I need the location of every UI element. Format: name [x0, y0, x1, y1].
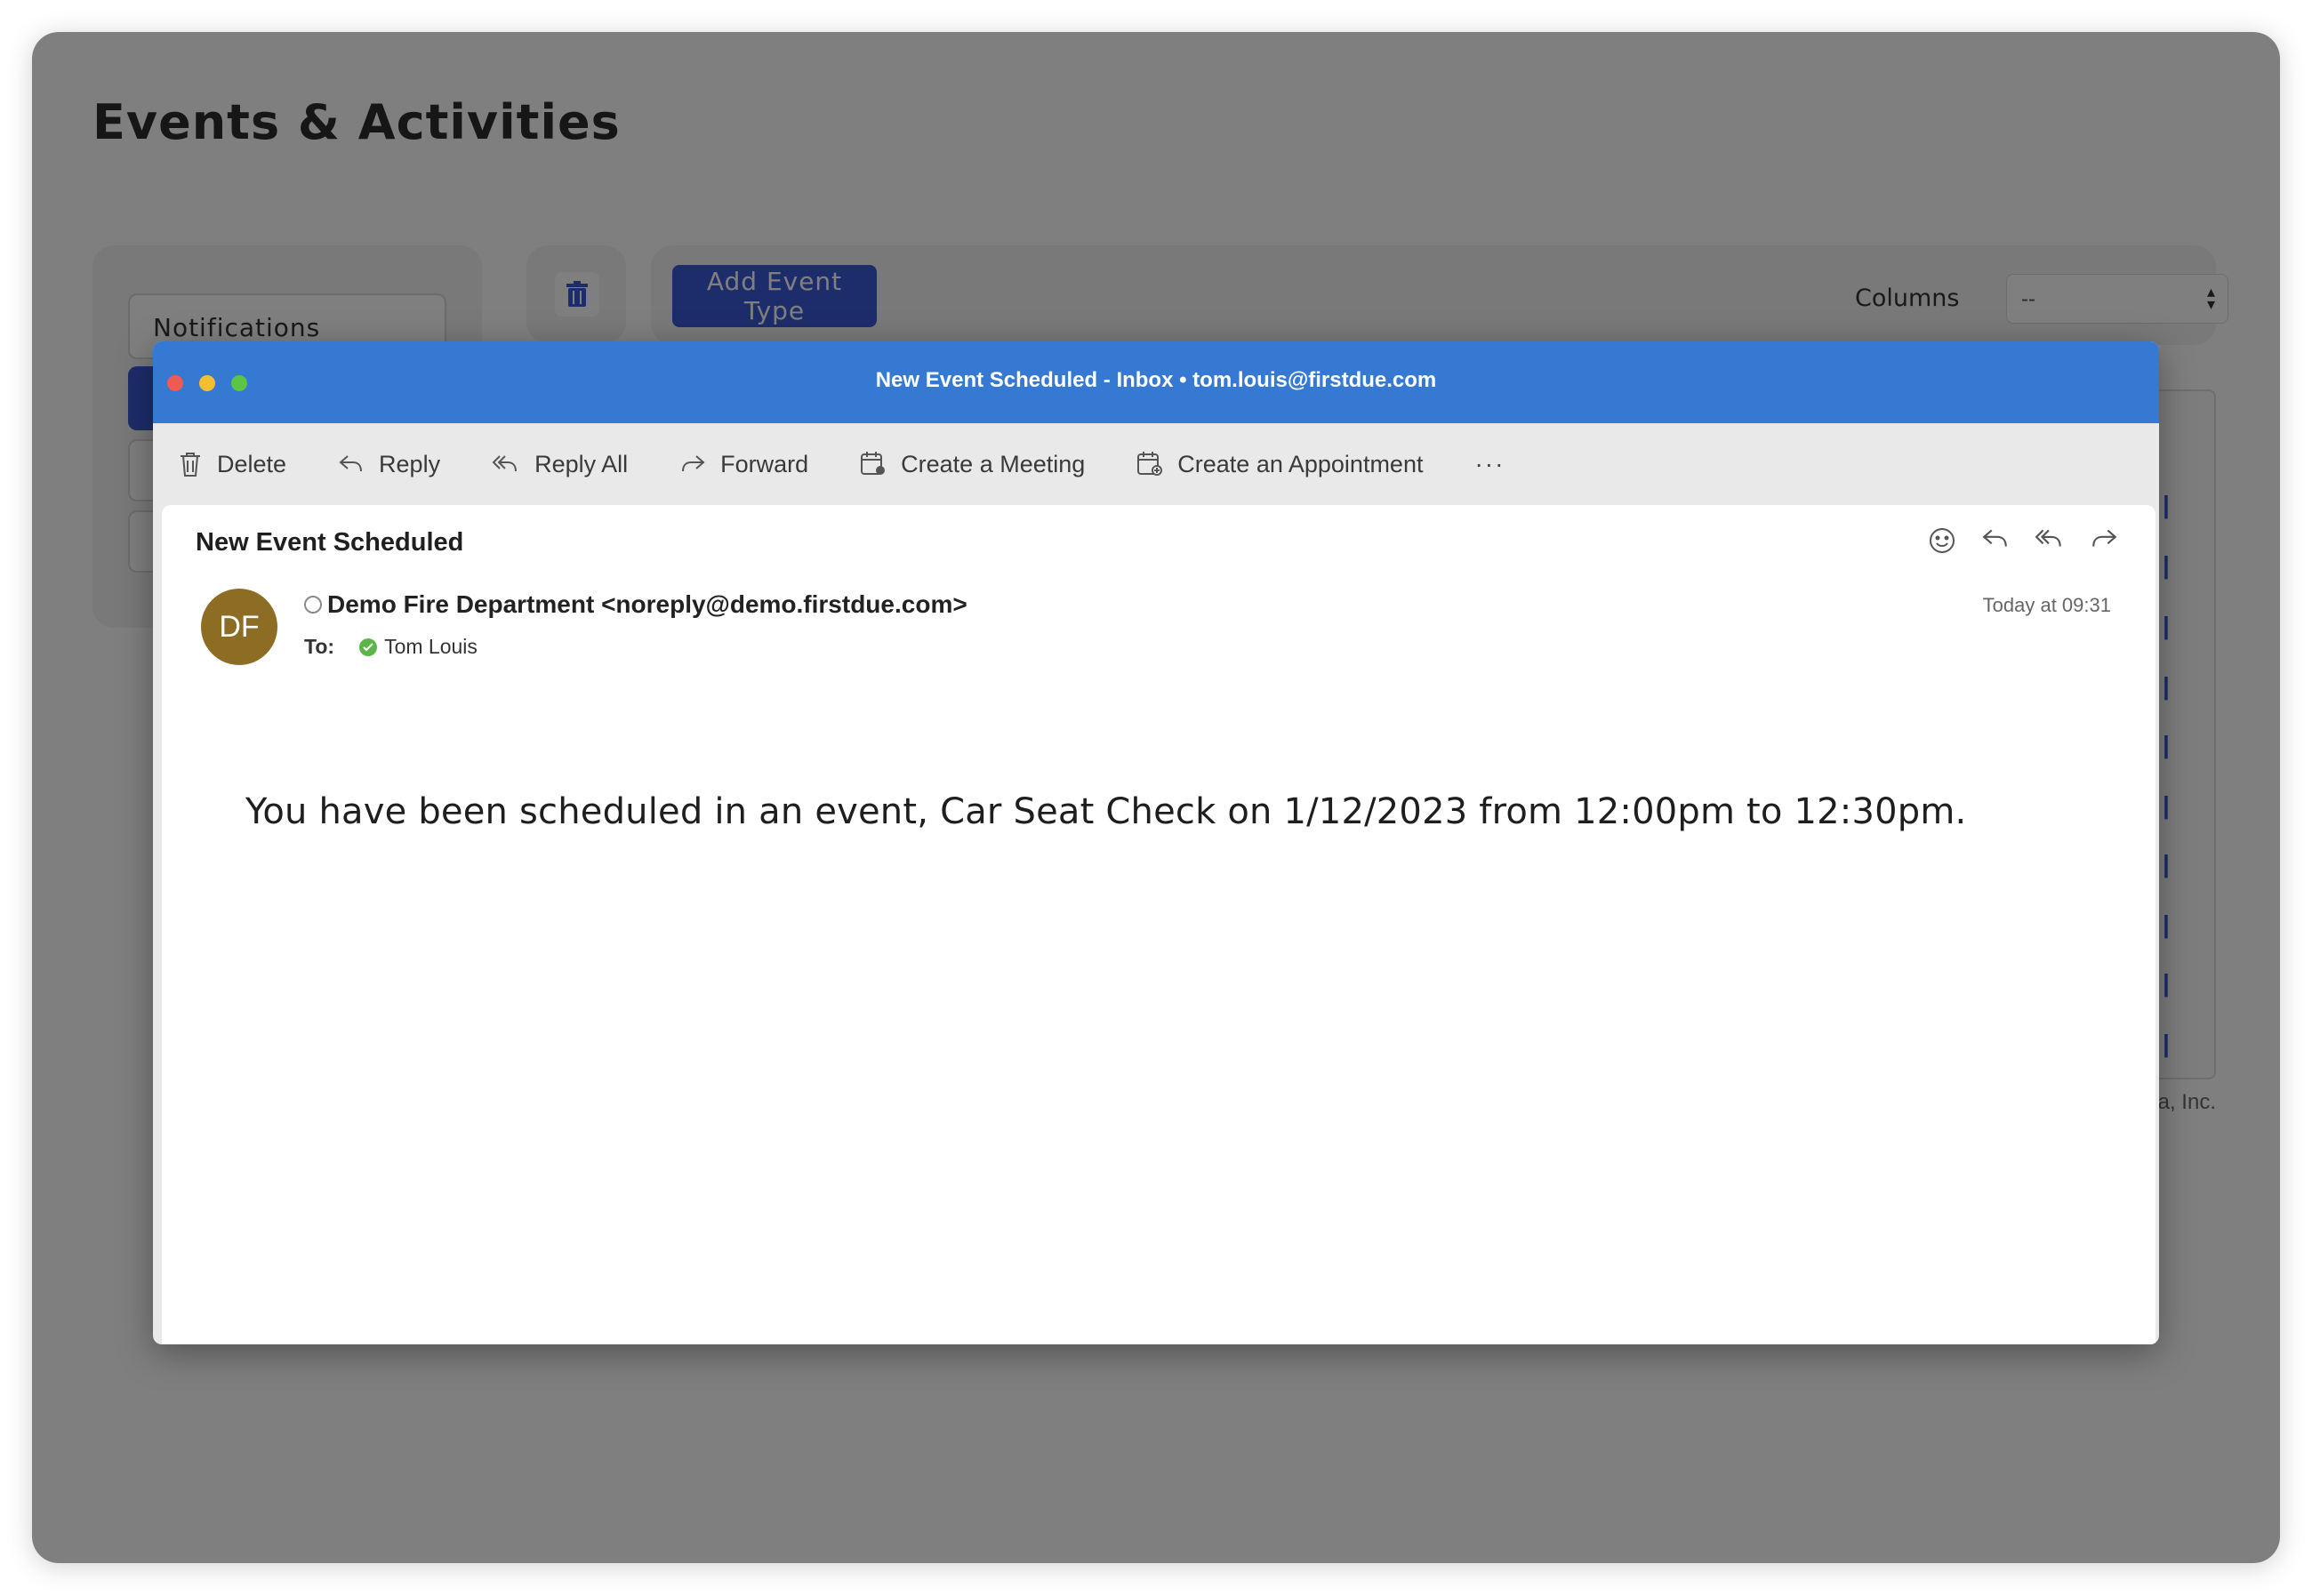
sender-status-icon [304, 596, 322, 614]
sender-line[interactable]: Demo Fire Department <noreply@demo.first… [304, 590, 967, 619]
message-timestamp: Today at 09:31 [1982, 594, 2111, 616]
trash-icon [181, 453, 200, 477]
reply-icon[interactable] [1981, 526, 2010, 555]
more-actions-icon[interactable]: ··· [1474, 450, 1505, 478]
delete-mail-button[interactable]: Delete [178, 451, 286, 478]
email-window: New Event Scheduled - Inbox • tom.louis@… [153, 341, 2159, 1344]
calendar-person-icon [861, 452, 886, 475]
create-appointment-label: Create an Appointment [1177, 450, 1424, 477]
create-meeting-button[interactable]: Create a Meeting [860, 451, 1085, 478]
mail-toolbar: Delete Reply Reply All Forward Create a … [153, 423, 2159, 505]
forward-button[interactable]: Forward [679, 451, 808, 478]
message-body-text: You have been scheduled in an event, Car… [245, 791, 1967, 832]
window-titlebar[interactable]: New Event Scheduled - Inbox • tom.louis@… [153, 341, 2159, 423]
reply-all-icon [492, 455, 518, 472]
reply-all-label: Reply All [534, 450, 629, 477]
reply-all-icon[interactable] [2035, 526, 2065, 555]
create-appointment-button[interactable]: Create an Appointment [1136, 451, 1423, 478]
create-meeting-label: Create a Meeting [901, 450, 1086, 477]
reply-label: Reply [379, 450, 441, 477]
emoji-reaction-icon[interactable] [1928, 526, 1956, 555]
recipient-verified-icon [359, 638, 378, 656]
message-pane: New Event Scheduled DF Demo Fire Departm… [162, 505, 2155, 1344]
message-actions [1903, 526, 2118, 555]
calendar-add-icon [1137, 452, 1163, 476]
window-title: New Event Scheduled - Inbox • tom.louis@… [875, 368, 1437, 392]
screenshot-frame: Events & Activities Notifications Add Ev… [32, 32, 2280, 1563]
recipient-line: To: Tom Louis [304, 635, 478, 659]
sender-name: Demo Fire Department <noreply@demo.first… [327, 590, 967, 618]
reply-button[interactable]: Reply [338, 451, 440, 478]
forward-label: Forward [720, 450, 809, 477]
to-label: To: [304, 635, 335, 658]
sender-avatar: DF [201, 589, 277, 665]
recipient-name[interactable]: Tom Louis [384, 635, 478, 659]
reply-all-button[interactable]: Reply All [492, 451, 628, 478]
forward-icon[interactable] [2090, 526, 2118, 555]
message-subject: New Event Scheduled [196, 528, 464, 557]
forward-icon [682, 455, 705, 472]
reply-icon [339, 455, 363, 472]
delete-label: Delete [217, 450, 287, 477]
